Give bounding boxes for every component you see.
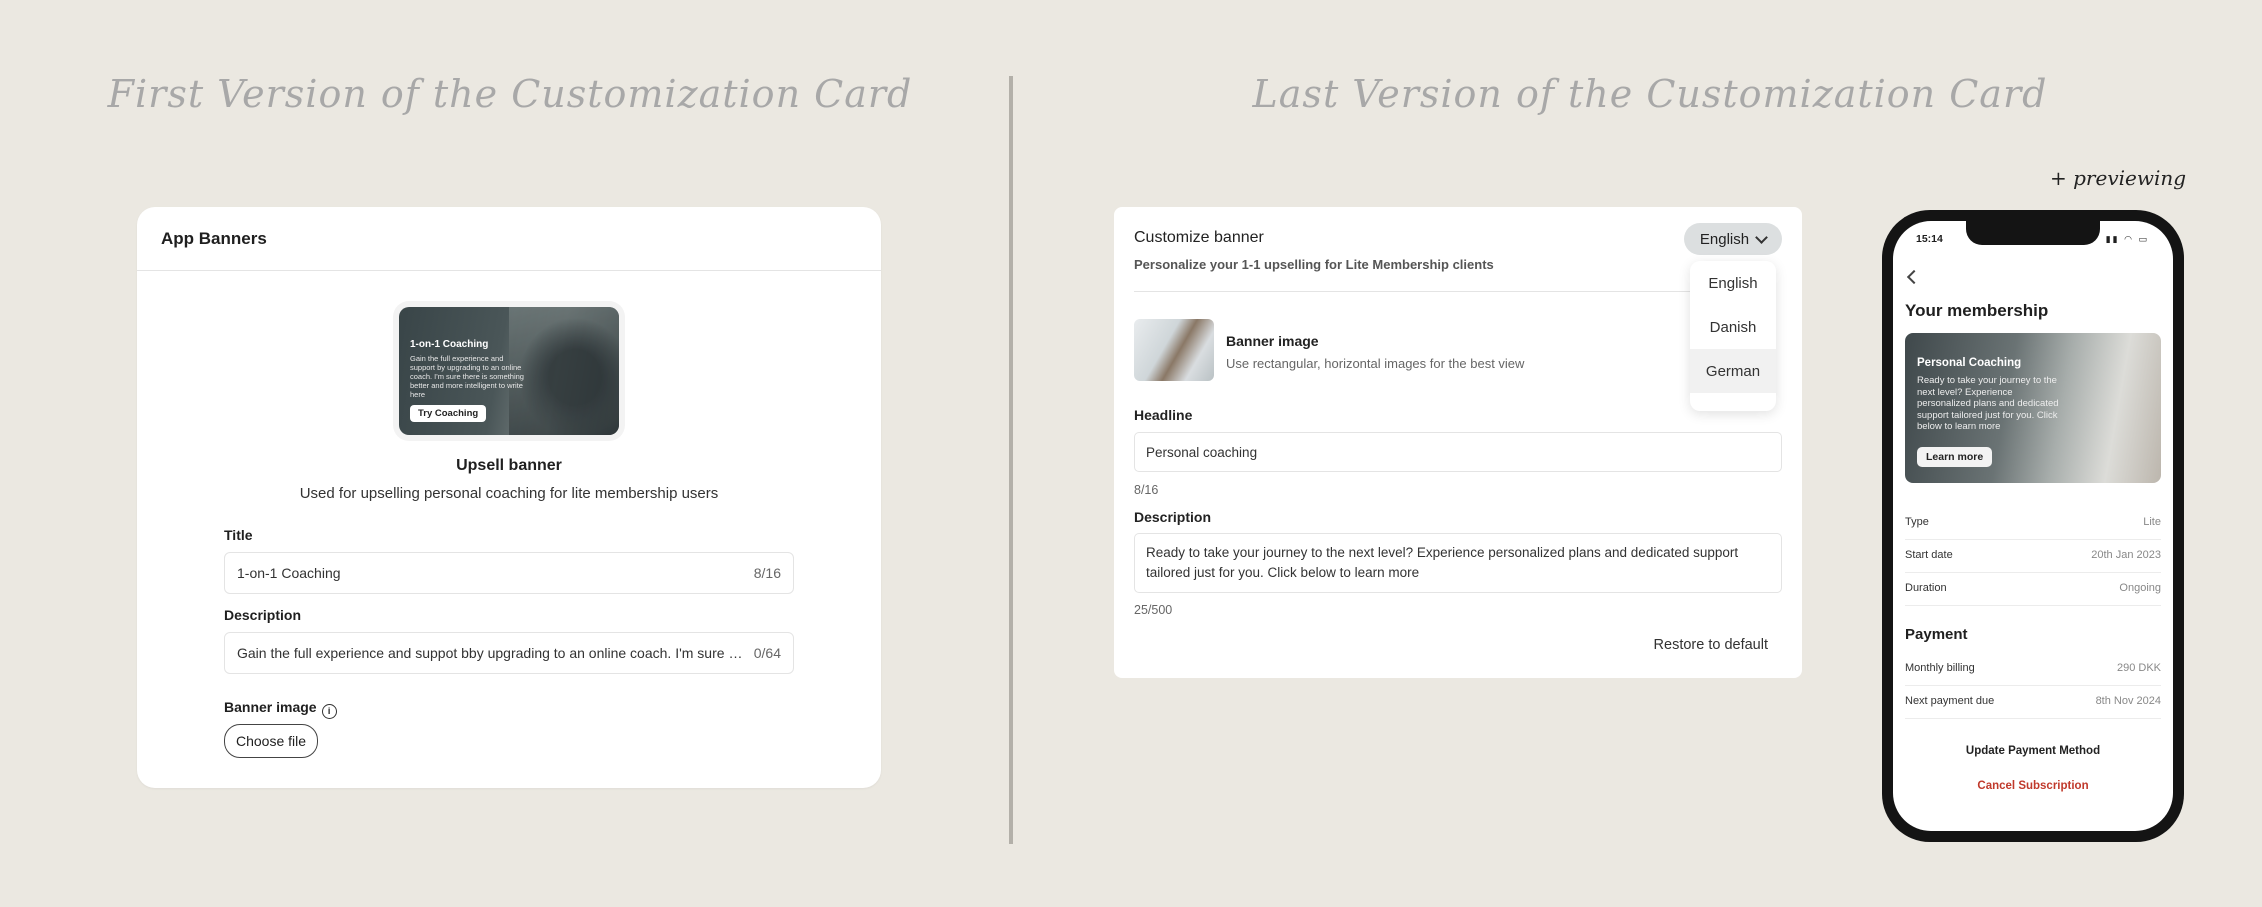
row-divider: [1905, 718, 2161, 719]
membership-row: Type Lite: [1905, 516, 2161, 528]
description-value: Ready to take your journey to the next l…: [1146, 545, 1739, 580]
previewing-label: + previewing: [2050, 166, 2187, 190]
headline-label: Headline: [1134, 407, 1193, 423]
description-label: Description: [224, 607, 302, 623]
description-input[interactable]: Gain the full experience and suppot bby …: [224, 632, 794, 674]
phone-banner-description: Ready to take your journey to the next l…: [1917, 375, 2059, 432]
row-value: Ongoing: [2119, 582, 2161, 594]
row-key: Duration: [1905, 582, 1947, 594]
phone-screen: 15:14 ▮▮ ◠ ▭ Your membership Personal Co…: [1893, 221, 2173, 831]
banner-preview-title: 1-on-1 Coaching: [410, 339, 489, 350]
restore-default-button[interactable]: Restore to default: [1654, 637, 1768, 653]
row-value: 8th Nov 2024: [2095, 695, 2161, 707]
row-key: Start date: [1905, 549, 1953, 561]
try-coaching-button[interactable]: Try Coaching: [410, 405, 487, 422]
headline-counter: 8/16: [1134, 483, 1159, 497]
card-divider: [137, 270, 881, 271]
row-key: Type: [1905, 516, 1929, 528]
divider: [1009, 76, 1013, 844]
row-value: Lite: [2143, 516, 2161, 528]
phone-notch: [1966, 221, 2100, 245]
membership-row: Duration Ongoing: [1905, 582, 2161, 594]
card-subtitle: Personalize your 1-1 upselling for Lite …: [1134, 257, 1494, 272]
language-option-danish[interactable]: Danish: [1690, 305, 1776, 349]
row-divider: [1905, 572, 2161, 573]
banner-name: Upsell banner: [456, 457, 562, 474]
right-heading: Last Version of the Customization Card: [1252, 72, 2048, 116]
banner-image-label: Banner image: [1226, 333, 1319, 349]
headline-value: Personal coaching: [1146, 444, 1258, 460]
chevron-down-icon: [1755, 230, 1768, 244]
banner-preview: 1-on-1 Coaching Gain the full experience…: [399, 307, 619, 435]
app-banners-card: App Banners 1-on-1 Coaching Gain the ful…: [137, 207, 881, 788]
phone-banner: Personal Coaching Ready to take your jou…: [1905, 333, 2161, 483]
row-key: Next payment due: [1905, 695, 1995, 707]
card-title: App Banners: [161, 229, 267, 248]
title-value: 1-on-1 Coaching: [237, 565, 341, 581]
signal-wifi-battery-icon: ▮▮ ◠ ▭: [2105, 234, 2149, 244]
card-divider: [1134, 291, 1701, 292]
row-divider: [1905, 685, 2161, 686]
info-icon[interactable]: i: [321, 704, 337, 719]
description-label: Description: [1134, 509, 1212, 525]
customize-banner-card: Customize banner Personalize your 1-1 up…: [1114, 207, 1802, 678]
banner-preview-description: Gain the full experience and support by …: [410, 354, 524, 399]
description-value: Gain the full experience and suppot bby …: [237, 645, 744, 661]
back-icon[interactable]: [1906, 269, 1922, 285]
language-dropdown[interactable]: English: [1684, 223, 1782, 255]
description-counter: 0/64: [753, 645, 781, 661]
headline-input[interactable]: Personal coaching: [1134, 432, 1782, 472]
cancel-subscription-button[interactable]: Cancel Subscription: [1893, 780, 2173, 792]
title-counter: 8/16: [753, 565, 781, 581]
banner-image-hint: Use rectangular, horizontal images for t…: [1226, 356, 1525, 371]
language-option-english[interactable]: English: [1690, 261, 1776, 305]
banner-image-thumbnail[interactable]: [1134, 319, 1214, 381]
banner-image-label-text: Banner image: [224, 699, 317, 715]
learn-more-button[interactable]: Learn more: [1917, 447, 1993, 467]
choose-file-button[interactable]: Choose file: [224, 724, 319, 758]
description-counter: 25/500: [1134, 603, 1173, 617]
title-input[interactable]: 1-on-1 Coaching 8/16: [224, 552, 794, 594]
left-heading: First Version of the Customization Card: [107, 72, 913, 116]
payment-row: Next payment due 8th Nov 2024: [1905, 695, 2161, 707]
membership-row: Start date 20th Jan 2023: [1905, 549, 2161, 561]
title-label: Title: [224, 527, 253, 543]
language-menu: English Danish German: [1690, 261, 1776, 411]
card-title: Customize banner: [1134, 229, 1264, 246]
payment-row: Monthly billing 290 DKK: [1905, 662, 2161, 674]
row-divider: [1905, 605, 2161, 606]
row-value: 290 DKK: [2116, 662, 2161, 674]
membership-title: Your membership: [1905, 301, 2049, 320]
row-value: 20th Jan 2023: [2091, 549, 2161, 561]
update-payment-button[interactable]: Update Payment Method: [1893, 745, 2173, 757]
language-selected: English: [1699, 230, 1750, 248]
row-key: Monthly billing: [1905, 662, 1975, 674]
description-input[interactable]: Ready to take your journey to the next l…: [1134, 533, 1782, 593]
row-divider: [1905, 539, 2161, 540]
phone-banner-title: Personal Coaching: [1917, 357, 2022, 369]
language-option-german[interactable]: German: [1690, 349, 1776, 393]
banner-image-label: Banner image i: [224, 699, 337, 719]
banner-description: Used for upselling personal coaching for…: [299, 485, 719, 502]
phone-frame: 15:14 ▮▮ ◠ ▭ Your membership Personal Co…: [1882, 210, 2184, 842]
status-time: 15:14: [1916, 233, 1943, 245]
payment-title: Payment: [1905, 626, 1968, 643]
